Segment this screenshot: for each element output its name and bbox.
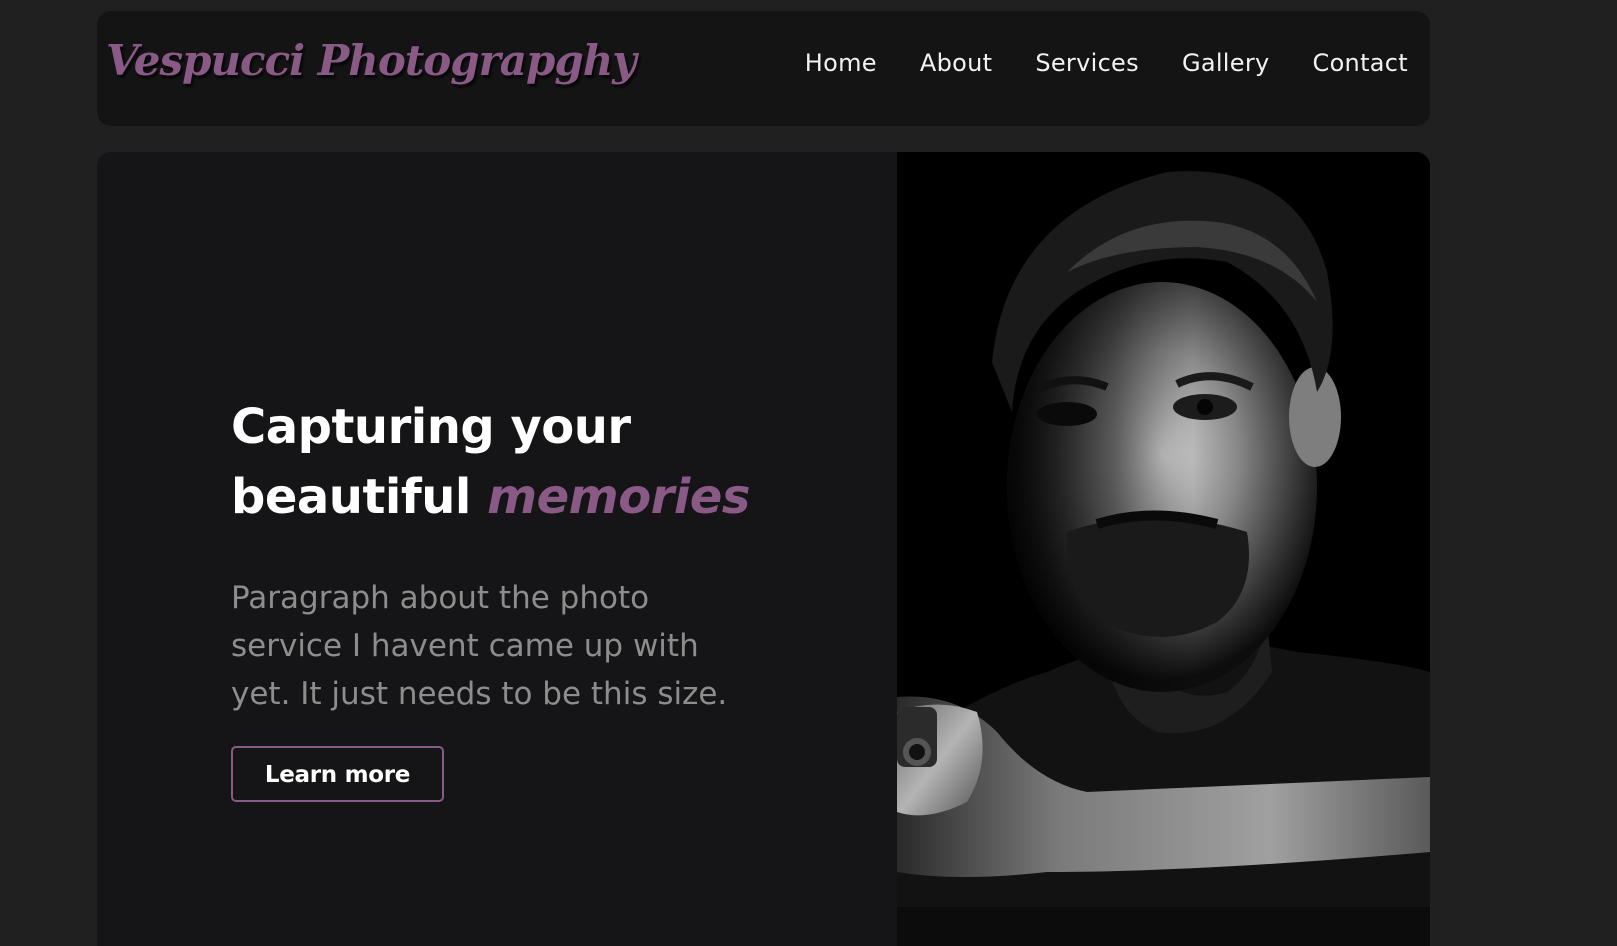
hero-section: Capturing your beautiful memories Paragr…	[97, 152, 1430, 946]
site-logo[interactable]: Vespucci Photograpghy	[106, 36, 637, 85]
portrait-photo	[897, 152, 1430, 946]
nav-link-about[interactable]: About	[920, 49, 992, 77]
hero-paragraph: Paragraph about the photo service I have…	[231, 580, 728, 712]
hero-text-block: Capturing your beautiful memories Paragr…	[231, 392, 751, 802]
headline-accent-word: memories	[487, 469, 750, 525]
nav-link-gallery[interactable]: Gallery	[1182, 49, 1270, 77]
nav-link-services[interactable]: Services	[1035, 49, 1139, 77]
navbar: Vespucci Photograpghy Home About Service…	[97, 11, 1430, 126]
nav-links: Home About Services Gallery Contact	[805, 49, 1408, 77]
nav-link-contact[interactable]: Contact	[1313, 49, 1408, 77]
page: Vespucci Photograpghy Home About Service…	[0, 0, 1617, 946]
nav-link-home[interactable]: Home	[805, 49, 877, 77]
portrait-photo-icon	[897, 152, 1430, 946]
hero-headline: Capturing your beautiful memories	[231, 392, 751, 532]
headline-line-2: beautiful	[231, 469, 471, 525]
headline-line-1: Capturing your	[231, 399, 631, 455]
learn-more-button[interactable]: Learn more	[231, 746, 444, 802]
